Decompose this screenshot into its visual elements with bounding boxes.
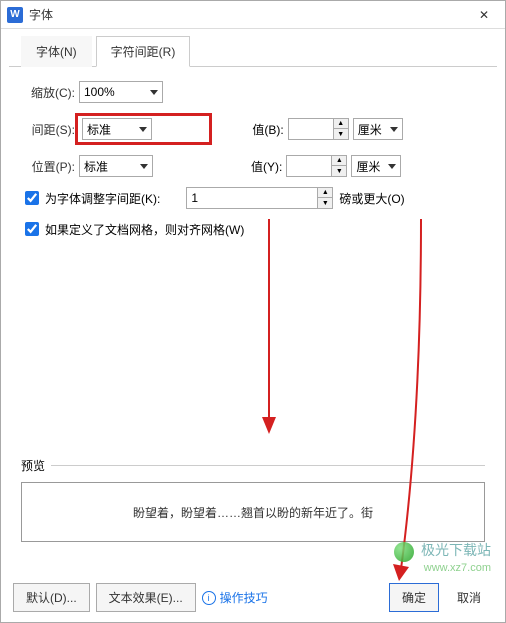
spinner-down[interactable]: ▼ [334, 129, 348, 139]
scale-value: 100% [84, 85, 146, 99]
scale-combo[interactable]: 100% [79, 81, 163, 103]
spacing-row: 间距(S): 标准 值(B): ▲ ▼ 厘米 [21, 113, 485, 145]
value-y-unit-combo[interactable]: 厘米 [351, 155, 401, 177]
scale-row: 缩放(C): 100% [21, 81, 485, 103]
ok-button[interactable]: 确定 [389, 583, 439, 612]
position-combo[interactable]: 标准 [79, 155, 153, 177]
spinner-up[interactable]: ▲ [318, 188, 332, 198]
preview-text: 盼望着，盼望着……翘首以盼的新年近了。街 [133, 504, 373, 521]
spacing-combo[interactable]: 标准 [82, 118, 152, 140]
snap-row: 如果定义了文档网格，则对齐网格(W) [21, 219, 485, 239]
info-icon: i [202, 591, 216, 605]
spinner-down[interactable]: ▼ [332, 166, 346, 176]
chevron-down-icon [390, 127, 398, 132]
content-area: 缩放(C): 100% 间距(S): 标准 值(B): ▲ ▼ 厘米 [1, 67, 505, 263]
kerning-checkbox[interactable] [25, 191, 39, 205]
value-y-unit: 厘米 [356, 158, 380, 175]
spinner-buttons: ▲ ▼ [333, 119, 348, 139]
position-label: 位置(P): [21, 158, 75, 175]
kerning-row: 为字体调整字间距(K): ▲ ▼ 磅或更大(O) [21, 187, 485, 209]
value-b-unit: 厘米 [358, 121, 382, 138]
kerning-label: 为字体调整字间距(K): [45, 190, 160, 207]
chevron-down-icon [388, 164, 396, 169]
tab-character-spacing[interactable]: 字符间距(R) [96, 36, 191, 67]
close-button[interactable]: ✕ [469, 4, 499, 26]
tab-font[interactable]: 字体(N) [21, 36, 92, 67]
value-b-label: 值(B): [252, 121, 283, 138]
spinner-up[interactable]: ▲ [334, 119, 348, 129]
spinner-buttons: ▲ ▼ [317, 188, 332, 208]
cancel-button[interactable]: 取消 [445, 584, 493, 611]
value-b-spinner[interactable]: ▲ ▼ [288, 118, 349, 140]
kerning-unit: 磅或更大(O) [339, 190, 404, 207]
default-button[interactable]: 默认(D)... [13, 583, 90, 612]
app-icon: W [7, 7, 23, 23]
value-y-label: 值(Y): [251, 158, 282, 175]
tips-label: 操作技巧 [220, 589, 268, 606]
kerning-input[interactable] [187, 188, 317, 208]
spacing-label: 间距(S): [21, 121, 75, 138]
chevron-down-icon [150, 90, 158, 95]
watermark: 极光下载站 www.xz7.com [394, 540, 491, 574]
snap-label: 如果定义了文档网格，则对齐网格(W) [45, 221, 244, 238]
spacing-value: 标准 [87, 121, 135, 138]
spinner-down[interactable]: ▼ [318, 198, 332, 208]
preview-header: 预览 [21, 457, 485, 474]
position-row: 位置(P): 标准 值(Y): ▲ ▼ 厘米 [21, 155, 485, 177]
text-effect-button[interactable]: 文本效果(E)... [96, 583, 196, 612]
kerning-spinner[interactable]: ▲ ▼ [186, 187, 333, 209]
value-y-input[interactable] [287, 156, 331, 176]
watermark-url: www.xz7.com [394, 562, 491, 574]
scale-label: 缩放(C): [21, 84, 75, 101]
preview-section: 预览 盼望着，盼望着……翘首以盼的新年近了。街 [21, 457, 485, 542]
spinner-buttons: ▲ ▼ [331, 156, 346, 176]
value-y-spinner[interactable]: ▲ ▼ [286, 155, 347, 177]
close-icon: ✕ [479, 8, 489, 22]
spinner-up[interactable]: ▲ [332, 156, 346, 166]
watermark-logo-icon [394, 542, 414, 562]
bottom-bar: 默认(D)... 文本效果(E)... i 操作技巧 确定 取消 [13, 583, 493, 612]
titlebar: W 字体 ✕ [1, 1, 505, 29]
chevron-down-icon [140, 164, 148, 169]
spacing-highlight-box: 标准 [75, 113, 212, 145]
value-b-unit-combo[interactable]: 厘米 [353, 118, 403, 140]
window-title: 字体 [29, 6, 469, 23]
preview-divider [51, 465, 485, 466]
tab-bar: 字体(N) 字符间距(R) [9, 29, 497, 67]
preview-title: 预览 [21, 457, 45, 474]
preview-box: 盼望着，盼望着……翘首以盼的新年近了。街 [21, 482, 485, 542]
value-b-input[interactable] [289, 119, 333, 139]
chevron-down-icon [139, 127, 147, 132]
position-value: 标准 [84, 158, 136, 175]
snap-checkbox[interactable] [25, 222, 39, 236]
tips-link[interactable]: i 操作技巧 [202, 589, 268, 606]
watermark-text: 极光下载站 [421, 542, 491, 558]
